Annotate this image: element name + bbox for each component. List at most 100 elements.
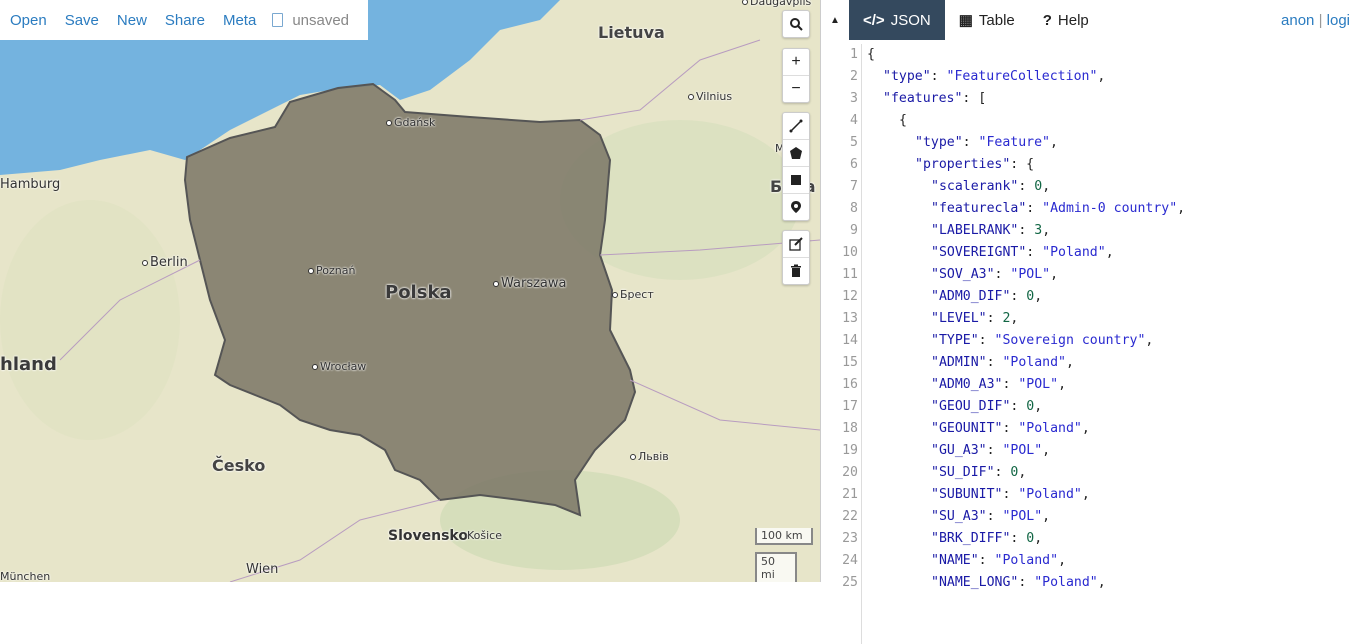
code-token: : [1010, 289, 1027, 304]
code-token: : [994, 465, 1011, 480]
map-view[interactable]: Daugavpils Lietuva Vilnius Gdańsk Hambur… [0, 0, 820, 582]
code-line[interactable]: 15 "ADMIN": "Poland", [821, 352, 1349, 374]
code-line[interactable]: 19 "GU_A3": "POL", [821, 440, 1349, 462]
file-icon [272, 13, 284, 27]
file-toolbar: Open Save New Share Meta unsaved [0, 0, 368, 40]
new-button[interactable]: New [107, 12, 147, 29]
code-line[interactable]: 16 "ADM0_A3": "POL", [821, 374, 1349, 396]
tab-json[interactable]: </> JSON [849, 0, 945, 40]
map-label-hland: hland [0, 354, 57, 375]
line-code: "properties": { [867, 154, 1034, 176]
code-line[interactable]: 18 "GEOUNIT": "Poland", [821, 418, 1349, 440]
draw-line-button[interactable] [783, 113, 809, 140]
code-token: "SU_A3" [931, 509, 987, 524]
line-number: 24 [842, 553, 858, 568]
line-number: 17 [842, 399, 858, 414]
draw-marker-button[interactable] [783, 194, 809, 220]
meta-button[interactable]: Meta [213, 12, 256, 29]
line-number: 11 [842, 267, 858, 282]
code-line[interactable]: 10 "SOVEREIGNT": "Poland", [821, 242, 1349, 264]
map-label-brest: Брест [612, 288, 654, 301]
code-line[interactable]: 3 "features": [ [821, 88, 1349, 110]
code-token: "LABELRANK" [931, 223, 1019, 238]
code-token: , [1050, 135, 1058, 150]
tab-help[interactable]: ? Help [1029, 0, 1103, 40]
code-token: , [1042, 509, 1051, 524]
zoom-in-button[interactable]: + [783, 49, 809, 76]
search-button[interactable] [783, 11, 809, 37]
line-code: { [867, 110, 907, 132]
share-button[interactable]: Share [155, 12, 205, 29]
zoom-out-button[interactable]: − [783, 76, 809, 102]
line-code: "NAME": "Poland", [867, 550, 1066, 572]
code-icon: </> [863, 11, 885, 29]
code-line[interactable]: 13 "LEVEL": 2, [821, 308, 1349, 330]
code-line[interactable]: 25 "NAME_LONG": "Poland", [821, 572, 1349, 594]
anon-user-link[interactable]: anon [1281, 12, 1314, 29]
code-token: : [1002, 487, 1019, 502]
unsaved-status[interactable]: unsaved [264, 12, 349, 29]
delete-layers-button[interactable] [783, 258, 809, 284]
code-token: "Feature" [978, 135, 1050, 150]
code-token: : { [1010, 157, 1035, 172]
line-code: "SOVEREIGNT": "Poland", [867, 242, 1114, 264]
code-token: , [1042, 179, 1051, 194]
rectangle-icon [791, 175, 801, 185]
draw-polygon-button[interactable] [783, 140, 809, 167]
code-line[interactable]: 20 "SU_DIF": 0, [821, 462, 1349, 484]
edit-icon [789, 237, 803, 251]
code-line[interactable]: 12 "ADM0_DIF": 0, [821, 286, 1349, 308]
code-token: : [1018, 179, 1035, 194]
code-token: : [962, 135, 979, 150]
code-line[interactable]: 8 "featurecla": "Admin-0 country", [821, 198, 1349, 220]
code-line[interactable]: 5 "type": "Feature", [821, 132, 1349, 154]
code-line[interactable]: 6 "properties": { [821, 154, 1349, 176]
collapse-panel-button[interactable]: ▲ [821, 15, 849, 26]
code-token: : [1026, 245, 1043, 260]
line-number: 16 [842, 377, 858, 392]
code-token: "Poland" [1042, 245, 1106, 260]
login-link[interactable]: logi [1327, 12, 1349, 29]
code-token: "SUBUNIT" [931, 487, 1003, 502]
code-line[interactable]: 24 "NAME": "Poland", [821, 550, 1349, 572]
json-editor[interactable]: 1{2 "type": "FeatureCollection", 3 "feature… [821, 44, 1349, 644]
code-token: , [1042, 223, 1051, 238]
code-line[interactable]: 9 "LABELRANK": 3, [821, 220, 1349, 242]
line-number: 1 [850, 47, 858, 62]
line-number: 15 [842, 355, 858, 370]
code-line[interactable]: 21 "SUBUNIT": "Poland", [821, 484, 1349, 506]
line-number: 20 [842, 465, 858, 480]
code-token: "TYPE" [931, 333, 979, 348]
code-line[interactable]: 11 "SOV_A3": "POL", [821, 264, 1349, 286]
code-line[interactable]: 1{ [821, 44, 1349, 66]
code-line[interactable]: 17 "GEOU_DIF": 0, [821, 396, 1349, 418]
open-button[interactable]: Open [0, 12, 47, 29]
save-button[interactable]: Save [55, 12, 99, 29]
line-code: "ADMIN": "Poland", [867, 352, 1074, 374]
code-token: "Admin-0 country" [1042, 201, 1178, 216]
line-code: "type": "Feature", [867, 132, 1058, 154]
code-token: "POL" [1010, 267, 1051, 282]
code-line[interactable]: 22 "SU_A3": "POL", [821, 506, 1349, 528]
draw-rectangle-button[interactable] [783, 167, 809, 194]
code-token: : [1002, 421, 1019, 436]
line-number: 7 [850, 179, 858, 194]
code-line[interactable]: 4{ [821, 110, 1349, 132]
map-label-poznan: Poznań [308, 264, 355, 277]
code-token: : [ [962, 91, 987, 106]
code-token: , [1066, 355, 1074, 370]
edit-layers-button[interactable] [783, 231, 809, 258]
code-token: , [1058, 553, 1067, 568]
code-token: , [1058, 377, 1067, 392]
code-line[interactable]: 7 "scalerank": 0, [821, 176, 1349, 198]
line-code: "SUBUNIT": "Poland", [867, 484, 1090, 506]
code-line[interactable]: 14 "TYPE": "Sovereign country", [821, 330, 1349, 352]
code-token: "POL" [1018, 377, 1059, 392]
line-code: "GU_A3": "POL", [867, 440, 1050, 462]
code-line[interactable]: 2 "type": "FeatureCollection", [821, 66, 1349, 88]
tab-table[interactable]: ▦ Table [945, 0, 1029, 40]
code-token: "GEOUNIT" [931, 421, 1003, 436]
code-token: "featurecla" [931, 201, 1027, 216]
code-token: "ADMIN" [931, 355, 987, 370]
code-line[interactable]: 23 "BRK_DIFF": 0, [821, 528, 1349, 550]
